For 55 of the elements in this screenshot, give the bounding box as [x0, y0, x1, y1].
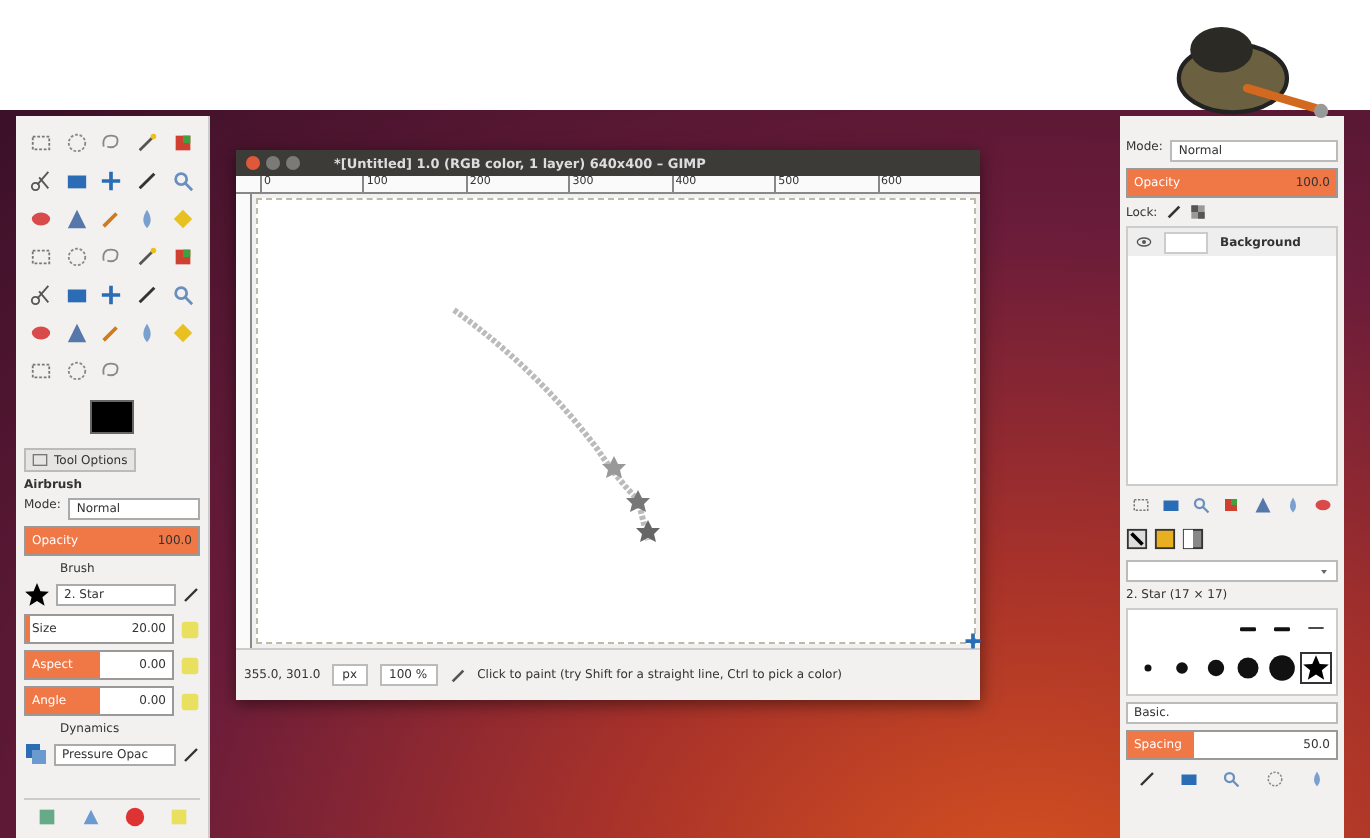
- brush-icon[interactable]: [1165, 204, 1182, 220]
- dashed-square-icon[interactable]: [30, 132, 53, 154]
- wand-icon[interactable]: [136, 132, 159, 154]
- dashed-circle-icon[interactable]: [65, 132, 88, 154]
- close-button[interactable]: [246, 156, 260, 170]
- minimize-button[interactable]: [266, 156, 280, 170]
- pattern-tab-icon[interactable]: [1154, 528, 1176, 550]
- dashed-square-icon[interactable]: [30, 360, 53, 382]
- brush-tab-icon[interactable]: [1126, 528, 1148, 550]
- round-brush-icon[interactable]: [1267, 654, 1296, 682]
- lasso-icon[interactable]: [100, 246, 123, 268]
- dashed-circle-icon[interactable]: [65, 246, 88, 268]
- star-brush-icon[interactable]: [1301, 654, 1330, 682]
- magnifier-icon[interactable]: [1192, 496, 1211, 514]
- checkerboard-icon[interactable]: [1189, 204, 1206, 220]
- cross-arrows-icon[interactable]: [100, 170, 123, 192]
- scissors-icon[interactable]: [30, 284, 53, 306]
- delete-icon[interactable]: [123, 806, 145, 828]
- blob-icon[interactable]: [30, 322, 53, 344]
- blob-icon[interactable]: [1313, 496, 1332, 514]
- pencil-icon[interactable]: [182, 745, 200, 763]
- dashed-circle-icon[interactable]: [1265, 770, 1284, 788]
- magnifier-icon[interactable]: [171, 284, 194, 306]
- triangle-icon[interactable]: [1253, 496, 1272, 514]
- round-brush-icon[interactable]: [1234, 654, 1263, 682]
- pencil-icon[interactable]: [136, 170, 159, 192]
- pencil-icon[interactable]: [182, 586, 200, 604]
- pencil-icon[interactable]: [136, 284, 159, 306]
- blob-icon[interactable]: [30, 208, 53, 230]
- sliders-icon: [32, 452, 48, 468]
- brush-icon: [449, 667, 466, 683]
- eye-icon[interactable]: [1136, 234, 1152, 250]
- restore-icon[interactable]: [79, 806, 101, 828]
- magnifier-icon[interactable]: [171, 170, 194, 192]
- caret-icon: [1318, 565, 1330, 577]
- navigate-icon[interactable]: [964, 632, 982, 650]
- star-icon: [24, 582, 50, 608]
- lasso-icon[interactable]: [100, 132, 123, 154]
- dashed-circle-icon[interactable]: [65, 360, 88, 382]
- magnifier-icon[interactable]: [1222, 770, 1241, 788]
- foreground-color-swatch[interactable]: [90, 400, 134, 434]
- pencil-icon[interactable]: [1138, 770, 1157, 788]
- dashed-square-icon[interactable]: [30, 246, 53, 268]
- maximize-button[interactable]: [286, 156, 300, 170]
- triangle-icon[interactable]: [65, 208, 88, 230]
- dashed-square-icon[interactable]: [1132, 496, 1151, 514]
- triangle-icon[interactable]: [65, 322, 88, 344]
- lasso-icon[interactable]: [100, 360, 123, 382]
- gradient-tab-icon[interactable]: [1182, 528, 1204, 550]
- layer-thumbnail: [1164, 231, 1208, 253]
- save-icon[interactable]: [35, 806, 57, 828]
- dynamics-icon: [24, 742, 48, 766]
- scissors-icon[interactable]: [30, 170, 53, 192]
- wand-icon[interactable]: [136, 246, 159, 268]
- cross-arrows-icon[interactable]: [100, 284, 123, 306]
